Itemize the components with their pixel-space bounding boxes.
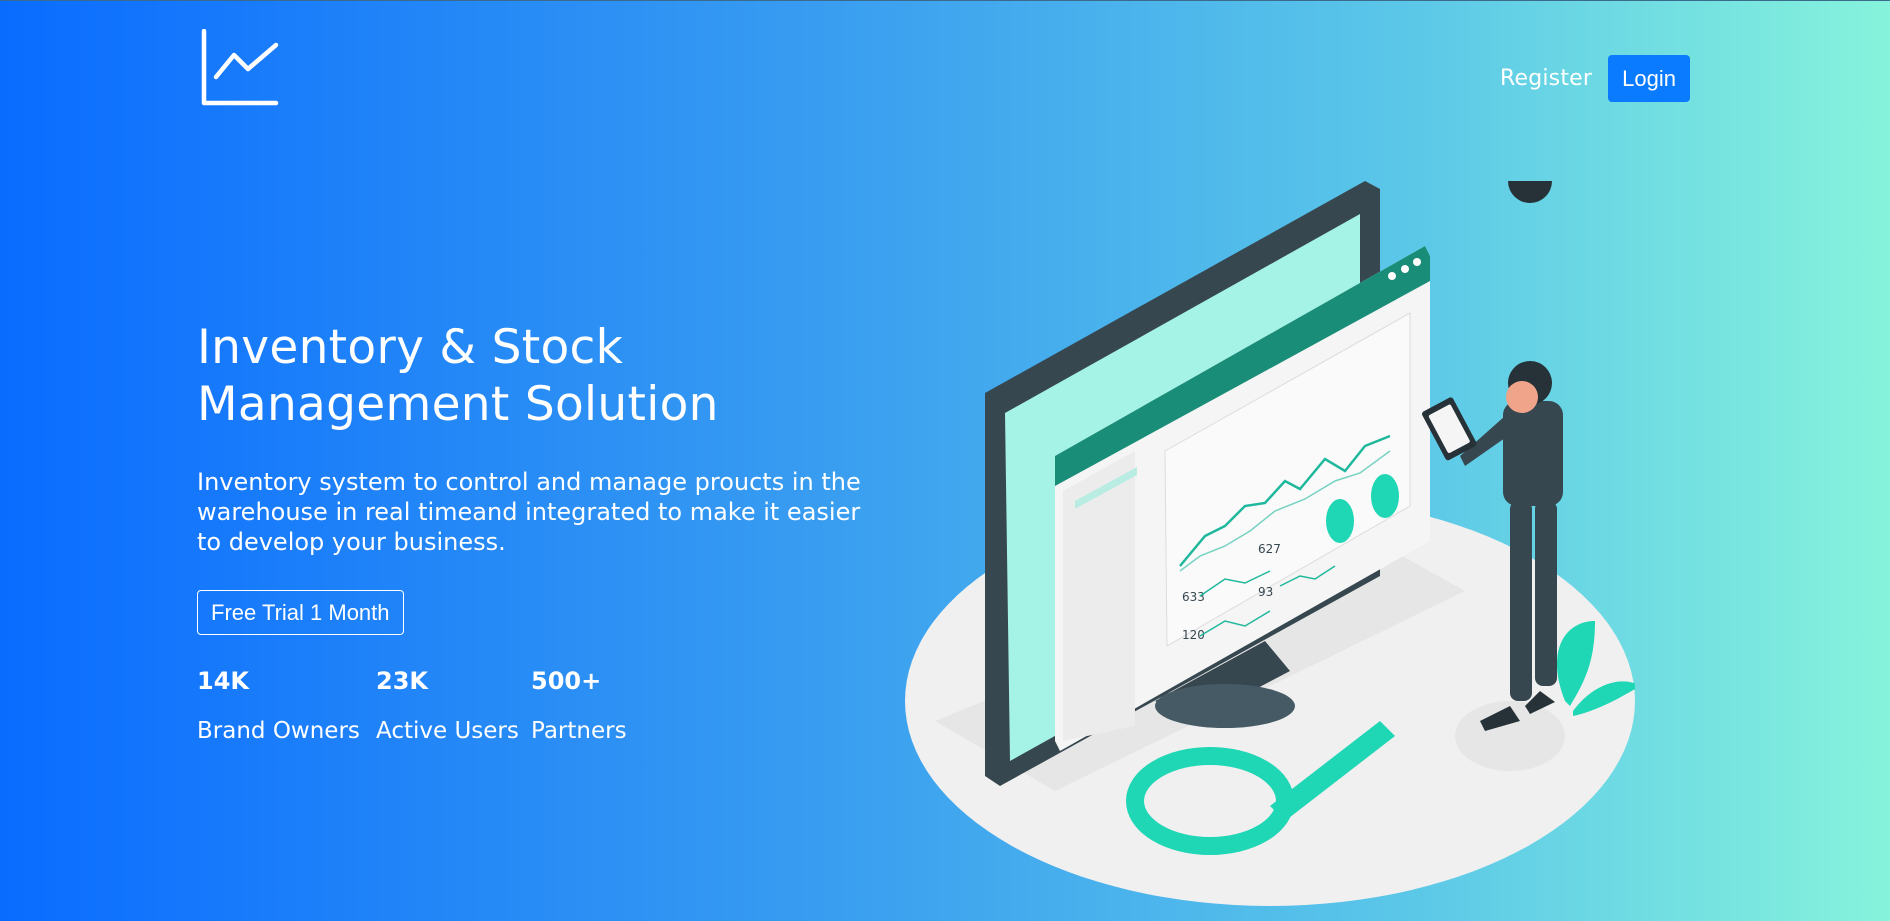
stat-label: Brand Owners [197, 718, 360, 744]
hero-section: Inventory & Stock Management Solution In… [197, 319, 897, 635]
stat-label: Active Users [376, 718, 519, 744]
stat-value: 500+ [531, 667, 602, 695]
dashboard-illustration: 627 633 93 120 [905, 181, 1635, 906]
hero-description: Inventory system to control and manage p… [197, 468, 861, 556]
register-link[interactable]: Register [1500, 66, 1592, 91]
stat-active-users: 23K Active Users [376, 666, 531, 746]
hero-title-line2: Management Solution [197, 377, 719, 432]
stat-value: 23K [376, 667, 428, 695]
dashboard-number: 627 [1258, 542, 1281, 556]
hero-title-line1: Inventory & Stock [197, 320, 624, 375]
stat-partners: 500+ Partners [531, 666, 627, 746]
hero-title: Inventory & Stock Management Solution [197, 319, 897, 433]
stat-value: 14K [197, 667, 249, 695]
top-nav: Register Login [1500, 55, 1690, 102]
login-button[interactable]: Login [1608, 55, 1690, 102]
line-chart-icon[interactable] [198, 29, 280, 107]
dashboard-number: 633 [1182, 590, 1205, 604]
free-trial-button[interactable]: Free Trial 1 Month [197, 590, 404, 635]
stat-label: Partners [531, 718, 627, 744]
stat-brand-owners: 14K Brand Owners [197, 666, 376, 746]
stats-row: 14K Brand Owners 23K Active Users 500+ P… [197, 666, 627, 746]
dashboard-number: 93 [1258, 585, 1273, 599]
